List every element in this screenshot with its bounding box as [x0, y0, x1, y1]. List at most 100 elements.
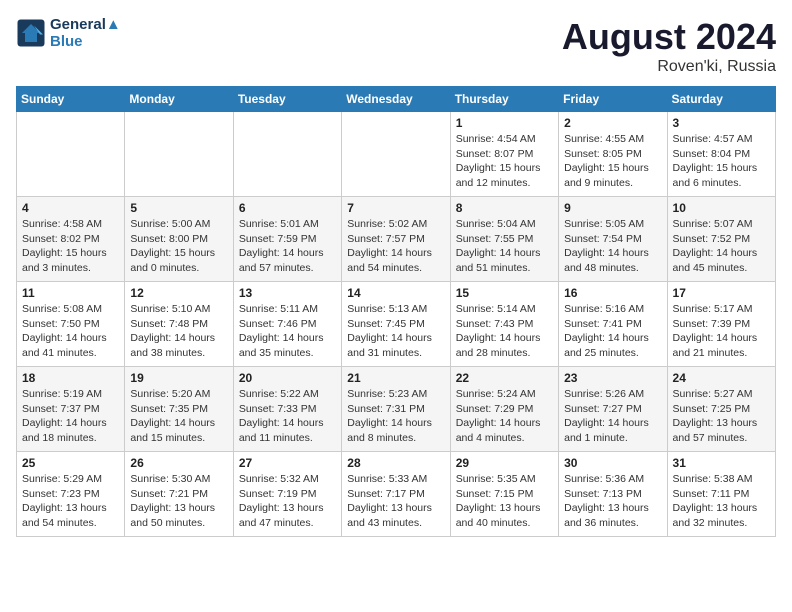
week-row-3: 11 Sunrise: 5:08 AMSunset: 7:50 PMDayligh…	[17, 282, 776, 367]
logo: General▲ Blue	[16, 16, 121, 50]
day-number: 28	[347, 456, 444, 470]
day-info: Sunrise: 5:22 AMSunset: 7:33 PMDaylight:…	[239, 387, 336, 446]
calendar-cell-0-2	[233, 112, 341, 197]
week-row-5: 25 Sunrise: 5:29 AMSunset: 7:23 PMDayligh…	[17, 452, 776, 537]
day-info: Sunrise: 5:16 AMSunset: 7:41 PMDaylight:…	[564, 302, 661, 361]
calendar-cell-1-5: 9 Sunrise: 5:05 AMSunset: 7:54 PMDaylight…	[559, 197, 667, 282]
week-row-4: 18 Sunrise: 5:19 AMSunset: 7:37 PMDayligh…	[17, 367, 776, 452]
calendar-cell-2-6: 17 Sunrise: 5:17 AMSunset: 7:39 PMDayligh…	[667, 282, 775, 367]
calendar-cell-4-1: 26 Sunrise: 5:30 AMSunset: 7:21 PMDayligh…	[125, 452, 233, 537]
day-number: 26	[130, 456, 227, 470]
logo-icon	[16, 18, 46, 48]
col-monday: Monday	[125, 87, 233, 112]
day-number: 25	[22, 456, 119, 470]
col-wednesday: Wednesday	[342, 87, 450, 112]
week-row-1: 1 Sunrise: 4:54 AMSunset: 8:07 PMDaylight…	[17, 112, 776, 197]
col-thursday: Thursday	[450, 87, 558, 112]
day-info: Sunrise: 5:20 AMSunset: 7:35 PMDaylight:…	[130, 387, 227, 446]
day-info: Sunrise: 5:23 AMSunset: 7:31 PMDaylight:…	[347, 387, 444, 446]
calendar-cell-0-3	[342, 112, 450, 197]
day-number: 14	[347, 286, 444, 300]
day-number: 24	[673, 371, 770, 385]
day-number: 2	[564, 116, 661, 130]
page-header: General▲ Blue August 2024 Roven'ki, Russ…	[16, 16, 776, 76]
day-number: 6	[239, 201, 336, 215]
day-number: 18	[22, 371, 119, 385]
location: Roven'ki, Russia	[562, 58, 776, 76]
day-info: Sunrise: 5:01 AMSunset: 7:59 PMDaylight:…	[239, 217, 336, 276]
calendar-cell-3-2: 20 Sunrise: 5:22 AMSunset: 7:33 PMDayligh…	[233, 367, 341, 452]
day-info: Sunrise: 5:38 AMSunset: 7:11 PMDaylight:…	[673, 472, 770, 531]
col-tuesday: Tuesday	[233, 87, 341, 112]
day-number: 21	[347, 371, 444, 385]
week-row-2: 4Sunrise: 4:58 AMSunset: 8:02 PMDaylight…	[17, 197, 776, 282]
day-number: 1	[456, 116, 553, 130]
calendar-cell-1-1: 5Sunrise: 5:00 AMSunset: 8:00 PMDaylight…	[125, 197, 233, 282]
col-friday: Friday	[559, 87, 667, 112]
day-info: Sunrise: 4:55 AMSunset: 8:05 PMDaylight:…	[564, 132, 661, 191]
calendar-cell-2-1: 12Sunrise: 5:10 AMSunset: 7:48 PMDayligh…	[125, 282, 233, 367]
day-info: Sunrise: 5:32 AMSunset: 7:19 PMDaylight:…	[239, 472, 336, 531]
day-info: Sunrise: 5:00 AMSunset: 8:00 PMDaylight:…	[130, 217, 227, 276]
calendar-cell-3-0: 18 Sunrise: 5:19 AMSunset: 7:37 PMDayligh…	[17, 367, 125, 452]
calendar-cell-2-2: 13Sunrise: 5:11 AMSunset: 7:46 PMDayligh…	[233, 282, 341, 367]
calendar-cell-4-6: 31 Sunrise: 5:38 AMSunset: 7:11 PMDayligh…	[667, 452, 775, 537]
calendar-cell-0-4: 1 Sunrise: 4:54 AMSunset: 8:07 PMDaylight…	[450, 112, 558, 197]
day-info: Sunrise: 5:14 AMSunset: 7:43 PMDaylight:…	[456, 302, 553, 361]
calendar-cell-0-5: 2 Sunrise: 4:55 AMSunset: 8:05 PMDaylight…	[559, 112, 667, 197]
calendar-cell-4-0: 25 Sunrise: 5:29 AMSunset: 7:23 PMDayligh…	[17, 452, 125, 537]
day-info: Sunrise: 5:04 AMSunset: 7:55 PMDaylight:…	[456, 217, 553, 276]
day-info: Sunrise: 4:57 AMSunset: 8:04 PMDaylight:…	[673, 132, 770, 191]
logo-text: General▲ Blue	[50, 16, 121, 50]
day-number: 20	[239, 371, 336, 385]
day-number: 29	[456, 456, 553, 470]
calendar-cell-1-3: 7 Sunrise: 5:02 AMSunset: 7:57 PMDaylight…	[342, 197, 450, 282]
day-info: Sunrise: 4:54 AMSunset: 8:07 PMDaylight:…	[456, 132, 553, 191]
day-info: Sunrise: 5:02 AMSunset: 7:57 PMDaylight:…	[347, 217, 444, 276]
calendar-cell-2-5: 16 Sunrise: 5:16 AMSunset: 7:41 PMDayligh…	[559, 282, 667, 367]
day-number: 7	[347, 201, 444, 215]
calendar-cell-2-0: 11 Sunrise: 5:08 AMSunset: 7:50 PMDayligh…	[17, 282, 125, 367]
day-info: Sunrise: 5:05 AMSunset: 7:54 PMDaylight:…	[564, 217, 661, 276]
day-info: Sunrise: 5:11 AMSunset: 7:46 PMDaylight:…	[239, 302, 336, 361]
day-number: 8	[456, 201, 553, 215]
day-number: 3	[673, 116, 770, 130]
day-info: Sunrise: 5:27 AMSunset: 7:25 PMDaylight:…	[673, 387, 770, 446]
calendar-cell-3-5: 23Sunrise: 5:26 AMSunset: 7:27 PMDayligh…	[559, 367, 667, 452]
day-info: Sunrise: 4:58 AMSunset: 8:02 PMDaylight:…	[22, 217, 119, 276]
col-sunday: Sunday	[17, 87, 125, 112]
day-number: 12	[130, 286, 227, 300]
calendar-table: Sunday Monday Tuesday Wednesday Thursday…	[16, 86, 776, 537]
calendar-cell-1-2: 6 Sunrise: 5:01 AMSunset: 7:59 PMDaylight…	[233, 197, 341, 282]
day-info: Sunrise: 5:19 AMSunset: 7:37 PMDaylight:…	[22, 387, 119, 446]
day-info: Sunrise: 5:29 AMSunset: 7:23 PMDaylight:…	[22, 472, 119, 531]
day-number: 17	[673, 286, 770, 300]
calendar-cell-4-5: 30 Sunrise: 5:36 AMSunset: 7:13 PMDayligh…	[559, 452, 667, 537]
day-number: 9	[564, 201, 661, 215]
day-number: 30	[564, 456, 661, 470]
day-info: Sunrise: 5:36 AMSunset: 7:13 PMDaylight:…	[564, 472, 661, 531]
day-info: Sunrise: 5:07 AMSunset: 7:52 PMDaylight:…	[673, 217, 770, 276]
calendar-cell-3-1: 19Sunrise: 5:20 AMSunset: 7:35 PMDayligh…	[125, 367, 233, 452]
calendar-cell-1-4: 8 Sunrise: 5:04 AMSunset: 7:55 PMDaylight…	[450, 197, 558, 282]
day-info: Sunrise: 5:08 AMSunset: 7:50 PMDaylight:…	[22, 302, 119, 361]
title-block: August 2024 Roven'ki, Russia	[562, 16, 776, 76]
calendar-cell-1-6: 10Sunrise: 5:07 AMSunset: 7:52 PMDayligh…	[667, 197, 775, 282]
calendar-cell-4-2: 27Sunrise: 5:32 AMSunset: 7:19 PMDayligh…	[233, 452, 341, 537]
col-saturday: Saturday	[667, 87, 775, 112]
day-info: Sunrise: 5:17 AMSunset: 7:39 PMDaylight:…	[673, 302, 770, 361]
day-number: 22	[456, 371, 553, 385]
day-number: 11	[22, 286, 119, 300]
day-number: 16	[564, 286, 661, 300]
day-info: Sunrise: 5:33 AMSunset: 7:17 PMDaylight:…	[347, 472, 444, 531]
calendar-cell-2-3: 14Sunrise: 5:13 AMSunset: 7:45 PMDayligh…	[342, 282, 450, 367]
calendar-cell-3-4: 22 Sunrise: 5:24 AMSunset: 7:29 PMDayligh…	[450, 367, 558, 452]
calendar-cell-3-3: 21 Sunrise: 5:23 AMSunset: 7:31 PMDayligh…	[342, 367, 450, 452]
calendar-cell-4-3: 28 Sunrise: 5:33 AMSunset: 7:17 PMDayligh…	[342, 452, 450, 537]
day-info: Sunrise: 5:24 AMSunset: 7:29 PMDaylight:…	[456, 387, 553, 446]
month-title: August 2024	[562, 16, 776, 58]
calendar-cell-4-4: 29Sunrise: 5:35 AMSunset: 7:15 PMDayligh…	[450, 452, 558, 537]
calendar-cell-3-6: 24 Sunrise: 5:27 AMSunset: 7:25 PMDayligh…	[667, 367, 775, 452]
day-info: Sunrise: 5:30 AMSunset: 7:21 PMDaylight:…	[130, 472, 227, 531]
day-number: 31	[673, 456, 770, 470]
